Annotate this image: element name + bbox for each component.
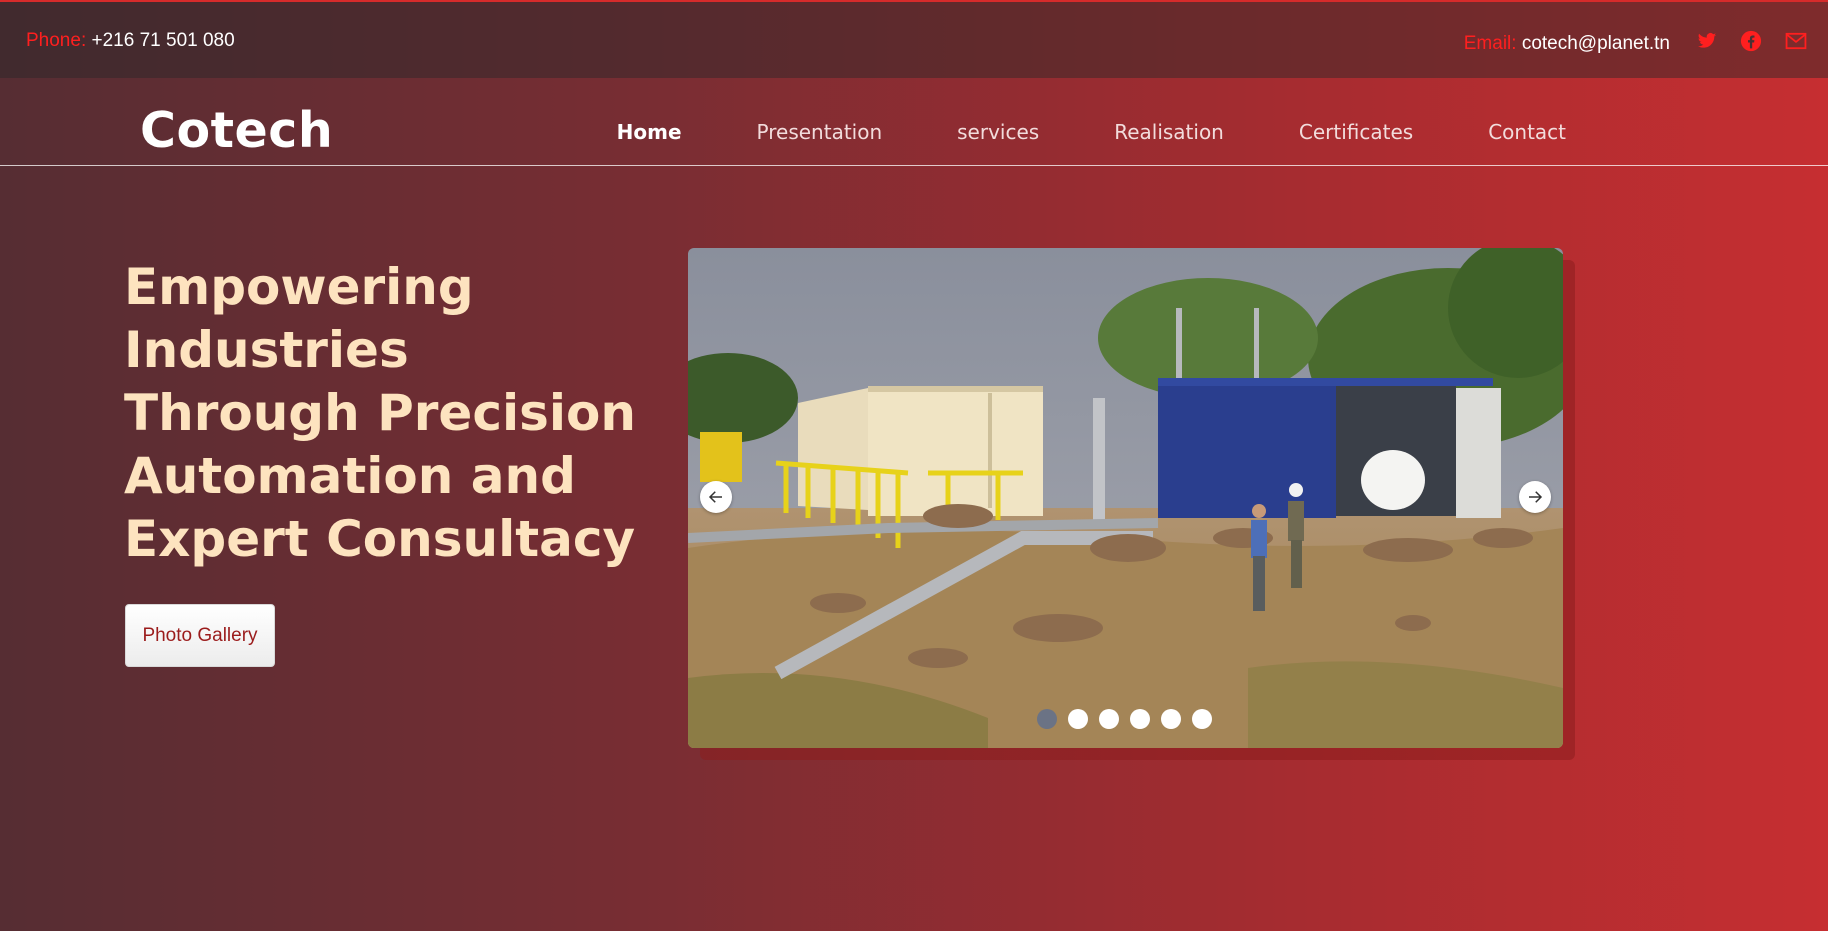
nav-services[interactable]: services — [957, 120, 1039, 144]
nav-home[interactable]: Home — [617, 120, 682, 144]
carousel-slide-image — [688, 248, 1563, 748]
image-carousel[interactable] — [688, 248, 1563, 748]
arrow-left-icon — [708, 491, 722, 503]
site-logo[interactable]: Cotech — [140, 102, 333, 159]
arrow-right-icon — [1529, 491, 1543, 503]
carousel-dot[interactable] — [1099, 709, 1119, 729]
nav-certificates[interactable]: Certificates — [1299, 120, 1413, 144]
phone-label: Phone: — [26, 30, 87, 51]
carousel-dot[interactable] — [1161, 709, 1181, 729]
carousel-dot[interactable] — [1192, 709, 1212, 729]
phone-info: Phone: +216 71 501 080 — [26, 30, 235, 52]
facebook-icon[interactable] — [1738, 28, 1764, 54]
carousel-indicators — [1037, 709, 1212, 729]
mail-icon[interactable] — [1783, 28, 1809, 54]
email-info: Email: cotech@planet.tn — [1464, 33, 1670, 55]
email-label: Email: — [1463, 33, 1517, 54]
carousel-next-button[interactable] — [1519, 481, 1551, 513]
twitter-icon[interactable] — [1694, 28, 1720, 54]
carousel-dot[interactable] — [1130, 709, 1150, 729]
nav-realisation[interactable]: Realisation — [1114, 120, 1224, 144]
nav-contact[interactable]: Contact — [1488, 120, 1566, 144]
carousel-prev-button[interactable] — [700, 481, 732, 513]
photo-gallery-button[interactable]: Photo Gallery — [125, 604, 275, 667]
hero-title: Empowering Industries Through Precision … — [124, 258, 636, 568]
top-contact-bar: Phone: +216 71 501 080 Email: cotech@pla… — [0, 0, 1828, 78]
email-address[interactable]: cotech@planet.tn — [1522, 33, 1670, 54]
nav-presentation[interactable]: Presentation — [757, 120, 883, 144]
main-navbar: Cotech Home Presentation services Realis… — [0, 78, 1828, 166]
phone-number[interactable]: +216 71 501 080 — [92, 30, 235, 51]
carousel-dot[interactable] — [1037, 709, 1057, 729]
main-nav: Home Presentation services Realisation C… — [617, 120, 1566, 144]
carousel-dot[interactable] — [1068, 709, 1088, 729]
